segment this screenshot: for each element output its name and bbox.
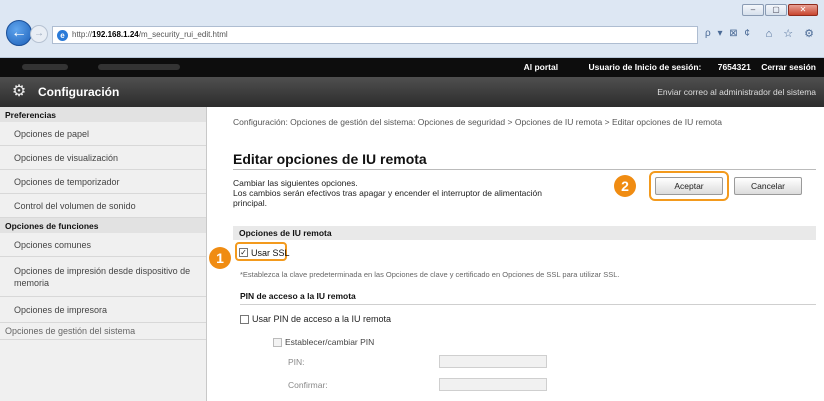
cancel-button[interactable]: Cancelar xyxy=(734,177,802,195)
sidebar-item-volume[interactable]: Control del volumen de sonido xyxy=(0,194,206,218)
sidebar: Preferencias Opciones de papel Opciones … xyxy=(0,107,207,401)
callout-badge-2: 2 xyxy=(614,175,636,197)
address-bar[interactable]: e http://192.168.1.24/m_security_rui_edi… xyxy=(52,26,698,44)
checkbox-disabled-icon xyxy=(273,337,282,347)
back-button[interactable]: ← xyxy=(6,20,32,46)
blurred-device-name xyxy=(98,64,180,70)
logout-link[interactable]: Cerrar sesión xyxy=(761,62,816,72)
use-pin-label: Usar PIN de acceso a la IU remota xyxy=(252,314,392,324)
checkbox-icon[interactable] xyxy=(240,314,249,324)
home-favorites-settings-icons[interactable]: ⌂ ☆ ⚙ xyxy=(766,27,818,40)
url-text: http://192.168.1.24/m_security_rui_edit.… xyxy=(72,30,228,39)
blurred-logo xyxy=(22,64,68,70)
confirm-pin-input[interactable] xyxy=(439,378,547,391)
sidebar-heading-functions: Opciones de funciones xyxy=(0,218,206,233)
page-title: Editar opciones de IU remota xyxy=(233,151,427,167)
maximize-icon[interactable]: ▢ xyxy=(765,4,787,16)
description-line: Cambiar las siguientes opciones. xyxy=(233,178,358,188)
breadcrumb: Configuración: Opciones de gestión del s… xyxy=(233,117,723,127)
use-pin-option[interactable]: Usar PIN de acceso a la IU remota xyxy=(240,314,391,324)
sidebar-item-timer[interactable]: Opciones de temporizador xyxy=(0,170,206,194)
login-user-id: 7654321 xyxy=(717,62,751,72)
use-ssl-label: Usar SSL xyxy=(251,247,290,258)
browser-chrome: – ▢ ✕ ← → e http://192.168.1.24/m_securi… xyxy=(0,0,824,58)
description-line: Los cambios serán efectivos tras apagar … xyxy=(233,188,543,198)
ok-button[interactable]: Aceptar xyxy=(655,177,723,195)
sidebar-item-system-management[interactable]: Opciones de gestión del sistema xyxy=(0,323,206,340)
section-header: Opciones de IU remota xyxy=(233,226,816,240)
minimize-icon[interactable]: – xyxy=(742,4,764,16)
title-divider xyxy=(233,169,816,170)
pin-label: PIN: xyxy=(288,357,305,367)
gear-icon: ⚙ xyxy=(11,83,27,100)
confirm-pin-label: Confirmar: xyxy=(288,380,328,390)
description: Cambiar las siguientes opciones. Los cam… xyxy=(233,178,603,208)
forward-button[interactable]: → xyxy=(30,25,48,43)
search-refresh-icons[interactable]: ρ ▾ ⊠ ¢ xyxy=(705,28,752,39)
set-pin-label: Establecer/cambiar PIN xyxy=(285,337,375,347)
sidebar-item-printer[interactable]: Opciones de impresora xyxy=(0,297,206,323)
sidebar-heading-preferences: Preferencias xyxy=(0,107,206,122)
sidebar-item-memory-print[interactable]: Opciones de impresión desde dispositivo … xyxy=(0,257,206,297)
checkbox-checked-icon[interactable]: ✓ xyxy=(239,248,248,257)
close-icon[interactable]: ✕ xyxy=(788,4,818,16)
set-pin-option: Establecer/cambiar PIN xyxy=(273,337,374,347)
browser-logo-icon: e xyxy=(57,30,68,41)
description-line: principal. xyxy=(233,198,268,208)
page-section-title: Configuración xyxy=(38,85,120,99)
sidebar-item-common[interactable]: Opciones comunes xyxy=(0,233,206,257)
mail-admin-link[interactable]: Enviar correo al administrador del siste… xyxy=(657,87,816,97)
ssl-note: *Establezca la clave predeterminada en l… xyxy=(240,270,620,279)
portal-link[interactable]: Al portal xyxy=(524,62,558,72)
sidebar-item-display[interactable]: Opciones de visualización xyxy=(0,146,206,170)
pin-section-heading: PIN de acceso a la IU remota xyxy=(240,291,816,305)
callout-badge-1: 1 xyxy=(209,247,231,269)
sidebar-item-paper[interactable]: Opciones de papel xyxy=(0,122,206,146)
top-bar: Al portal Usuario de Inicio de sesión: 7… xyxy=(0,58,824,77)
use-ssl-option[interactable]: ✓ Usar SSL xyxy=(239,245,290,260)
login-user-label: Usuario de Inicio de sesión: 7654321 xyxy=(588,62,751,72)
config-header: ⚙ Configuración Enviar correo al adminis… xyxy=(0,77,824,107)
pin-input[interactable] xyxy=(439,355,547,368)
window-controls: – ▢ ✕ xyxy=(742,4,818,16)
main-content: Configuración: Opciones de gestión del s… xyxy=(208,107,824,401)
